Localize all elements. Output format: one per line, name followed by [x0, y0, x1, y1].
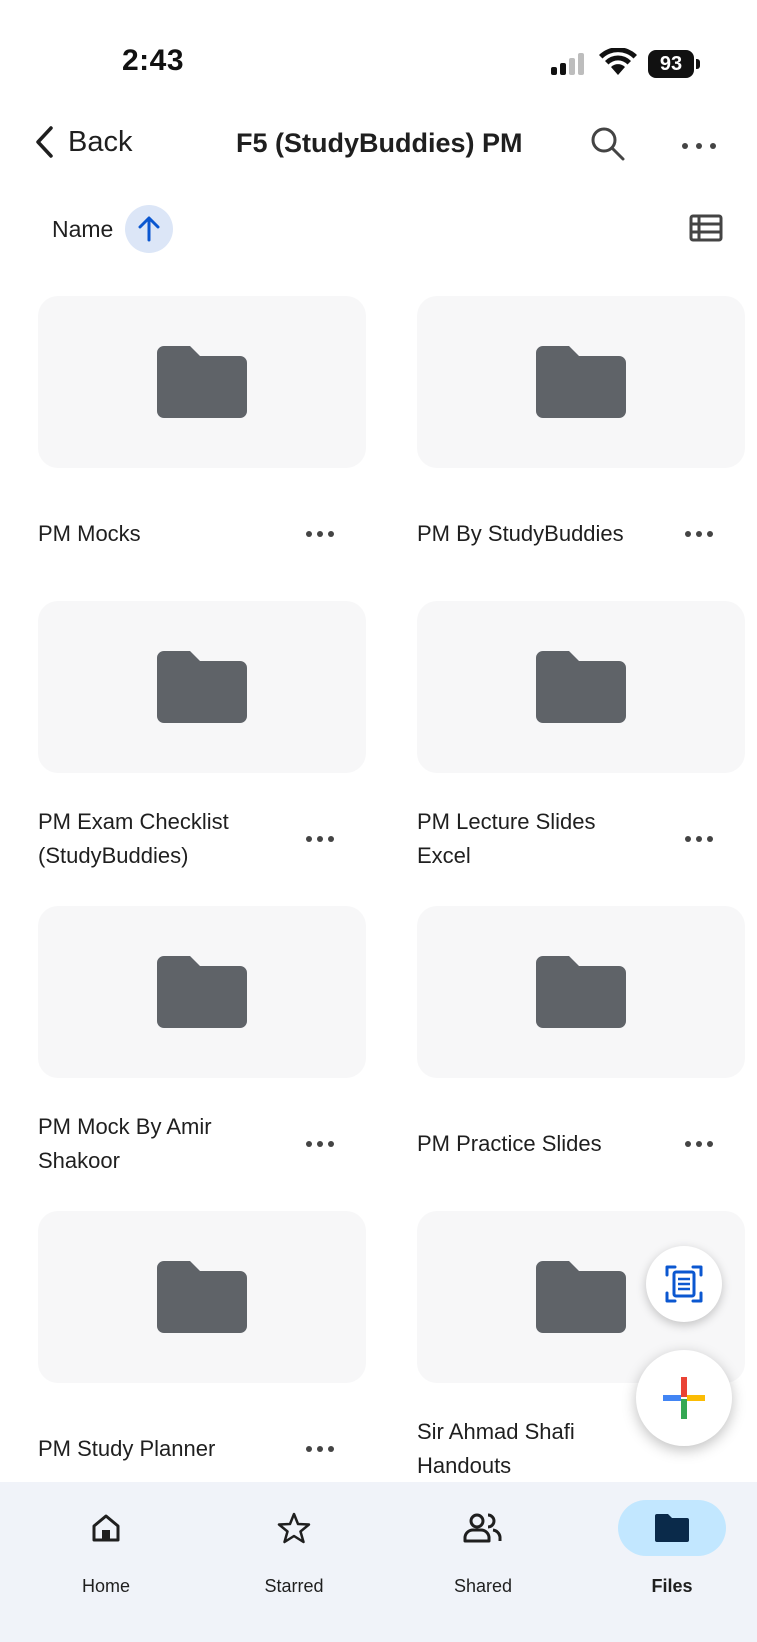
folder-thumbnail[interactable] — [417, 601, 745, 773]
more-horizontal-icon — [685, 1141, 713, 1147]
more-options-button[interactable] — [677, 124, 721, 164]
folder-name: PM Exam Checklist (StudyBuddies) — [38, 809, 229, 868]
folder-icon — [157, 651, 247, 723]
shared-people-icon — [463, 1513, 502, 1543]
folder-icon — [536, 346, 626, 418]
folder-name: PM Study Planner — [38, 1436, 216, 1461]
folder-name: PM Mock By Amir Shakoor — [38, 1114, 212, 1173]
navigation-header: Back F5 (StudyBuddies) PM — [0, 110, 757, 176]
list-view-icon — [689, 214, 723, 242]
sort-label[interactable]: Name — [52, 216, 113, 243]
status-bar: 2:43 93 — [0, 0, 757, 110]
star-icon — [277, 1512, 311, 1544]
folder-name: PM Practice Slides — [417, 1131, 602, 1156]
folder-name: Sir Ahmad Shafi Handouts — [417, 1419, 575, 1478]
more-horizontal-icon — [306, 1141, 334, 1147]
folder-icon — [536, 1261, 626, 1333]
more-horizontal-icon — [685, 836, 713, 842]
new-item-button[interactable] — [636, 1350, 732, 1446]
nav-files[interactable]: Files — [577, 1500, 757, 1610]
more-horizontal-icon — [306, 1446, 334, 1452]
search-icon — [591, 127, 625, 161]
battery-level: 93 — [648, 50, 694, 78]
folder-thumbnail[interactable] — [38, 296, 366, 468]
bottom-navigation: Home Starred Shared Files — [0, 1482, 757, 1642]
sort-row: Name — [0, 200, 757, 256]
scan-button[interactable] — [646, 1246, 722, 1322]
nav-label: Shared — [453, 1576, 513, 1596]
folder-more-button[interactable] — [300, 1429, 340, 1469]
cellular-signal-icon — [551, 53, 591, 75]
nav-label: Home — [81, 1576, 130, 1596]
nav-label: Starred — [264, 1576, 324, 1596]
folder-thumbnail[interactable] — [38, 1211, 366, 1383]
wifi-icon — [599, 48, 637, 75]
chevron-left-icon — [36, 126, 53, 158]
more-horizontal-icon — [306, 531, 334, 537]
folder-icon — [536, 651, 626, 723]
folder-more-button[interactable] — [300, 819, 340, 859]
folder-tile[interactable]: PM Mock By Amir Shakoor — [38, 906, 366, 1211]
home-icon — [92, 1514, 120, 1542]
arrow-up-icon — [138, 216, 160, 242]
back-button[interactable]: Back — [34, 120, 132, 164]
folder-tile[interactable]: PM By StudyBuddies — [417, 296, 745, 601]
folder-icon — [157, 956, 247, 1028]
document-scan-icon — [665, 1265, 703, 1303]
status-time: 2:43 — [122, 44, 185, 77]
folder-thumbnail[interactable] — [38, 906, 366, 1078]
battery-icon: 93 — [648, 50, 702, 78]
more-horizontal-icon — [682, 143, 716, 149]
folder-thumbnail[interactable] — [38, 601, 366, 773]
folder-icon — [157, 346, 247, 418]
nav-starred[interactable]: Starred — [199, 1500, 389, 1610]
folder-more-button[interactable] — [300, 514, 340, 554]
folder-more-button[interactable] — [679, 1124, 719, 1164]
more-horizontal-icon — [685, 531, 713, 537]
folder-more-button[interactable] — [679, 514, 719, 554]
folder-tile[interactable]: PM Study Planner — [38, 1211, 366, 1516]
nav-label: Files — [651, 1576, 693, 1596]
folder-thumbnail[interactable] — [417, 296, 745, 468]
list-view-button[interactable] — [688, 212, 724, 244]
back-label: Back — [68, 125, 133, 158]
folder-more-button[interactable] — [300, 1124, 340, 1164]
folder-tile[interactable]: PM Lecture Slides Excel — [417, 601, 745, 906]
folder-icon — [157, 1261, 247, 1333]
nav-shared[interactable]: Shared — [388, 1500, 578, 1610]
page-title: F5 (StudyBuddies) PM — [236, 128, 523, 158]
folder-name: PM By StudyBuddies — [417, 521, 624, 546]
folder-icon — [536, 956, 626, 1028]
more-horizontal-icon — [306, 836, 334, 842]
folder-tile[interactable]: PM Practice Slides — [417, 906, 745, 1211]
plus-icon — [663, 1377, 705, 1419]
folder-tile[interactable]: PM Mocks — [38, 296, 366, 601]
folder-name: PM Lecture Slides Excel — [417, 809, 596, 868]
search-button[interactable] — [588, 124, 628, 164]
folder-name: PM Mocks — [38, 521, 141, 546]
folder-icon — [655, 1514, 689, 1542]
sort-direction-button[interactable] — [125, 205, 173, 253]
folder-thumbnail[interactable] — [417, 906, 745, 1078]
folder-more-button[interactable] — [679, 819, 719, 859]
folder-tile[interactable]: PM Exam Checklist (StudyBuddies) — [38, 601, 366, 906]
nav-home[interactable]: Home — [11, 1500, 201, 1610]
